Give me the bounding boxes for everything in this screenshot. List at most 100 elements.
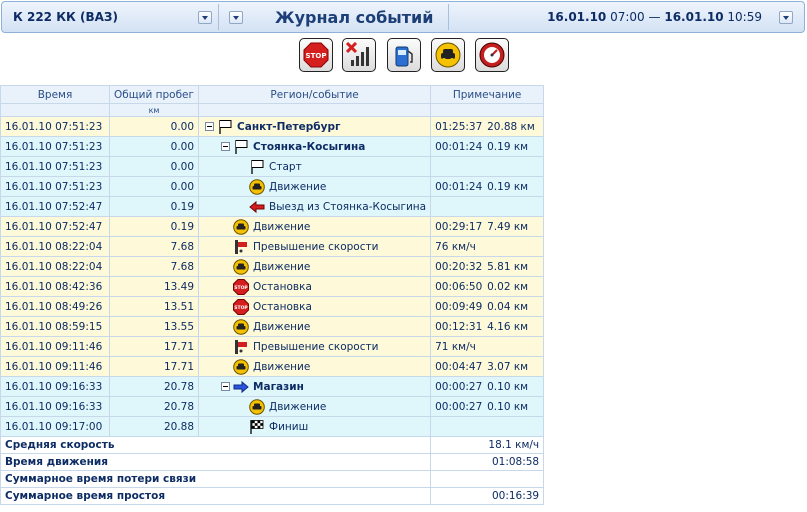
header-divider: [448, 4, 449, 30]
row-note: 00:09:49 0.04 км: [430, 296, 545, 317]
table-row[interactable]: 16.01.10 07:52:47 0.19 Движение 00:29:17 7.4…: [0, 216, 545, 237]
event-label: Движение: [269, 180, 327, 193]
note-distance: 0.10 км: [487, 380, 529, 393]
row-event: Превышение скорости: [198, 236, 432, 257]
row-mileage: 20.78: [108, 376, 200, 397]
arrow-right-icon: [233, 379, 249, 395]
row-event: Движение: [198, 176, 432, 197]
row-time: 16.01.10 09:16:33: [0, 396, 110, 417]
table-row[interactable]: 16.01.10 07:51:23 0.00 Санкт-Петербург 01:2…: [0, 116, 545, 137]
row-time: 16.01.10 08:22:04: [0, 236, 110, 257]
stop-filter-button[interactable]: STOP: [299, 38, 333, 72]
row-event: Финиш: [198, 416, 432, 437]
table-row[interactable]: 16.01.10 08:49:26 13.51 STOP Остановка 00:09…: [0, 296, 545, 317]
note-duration: 00:00:27: [435, 400, 483, 413]
event-label: Превышение скорости: [253, 340, 379, 353]
stop-icon: STOP: [233, 278, 250, 295]
vehicle-name: К 222 КК (ВАЗ): [13, 10, 118, 24]
note-duration: 00:29:17: [435, 220, 483, 233]
row-time: 16.01.10 09:11:46: [0, 356, 110, 377]
row-mileage: 20.88: [108, 416, 200, 437]
col-time-header[interactable]: Время: [0, 85, 110, 104]
table-row[interactable]: 16.01.10 09:16:33 20.78 Магазин 00:00:27 0.1…: [0, 376, 545, 397]
table-row[interactable]: 16.01.10 07:51:23 0.00 Движение 00:01:24 0.1…: [0, 176, 545, 197]
table-row[interactable]: 16.01.10 07:51:23 0.00 Старт: [0, 156, 545, 177]
fuel-filter-button[interactable]: [387, 38, 421, 72]
unit-cell: [198, 103, 432, 117]
summary-label: Средняя скорость: [0, 436, 432, 454]
speedometer-filter-button[interactable]: [475, 38, 509, 72]
event-label: Выезд из Стоянка-Косыгина: [269, 200, 427, 213]
summary-value: 00:16:39: [430, 487, 545, 505]
event-label: Движение: [253, 220, 311, 233]
summary-row: Суммарное время простоя 00:16:39: [0, 487, 545, 505]
row-event: STOP Остановка: [198, 276, 432, 297]
events-table: Время Общий пробег Регион/событие Примеч…: [0, 85, 545, 505]
summary-row: Средняя скорость 18.1 км/ч: [0, 436, 545, 454]
svg-text:STOP: STOP: [234, 285, 248, 291]
period-dropdown-button[interactable]: [779, 11, 793, 24]
period-dash: —: [648, 10, 661, 24]
table-row[interactable]: 16.01.10 09:17:00 20.88 Финиш: [0, 416, 545, 437]
fuel-filter-icon: [395, 46, 413, 67]
speeding-icon: [233, 239, 249, 255]
note-distance: 0.04 км: [487, 300, 529, 313]
flag-icon: [217, 119, 233, 135]
period-range[interactable]: 16.01.10 07:00 — 16.01.10 10:59: [547, 10, 762, 24]
row-mileage: 0.00: [108, 136, 200, 157]
row-event: Магазин: [198, 376, 432, 397]
note-duration: 71 км/ч: [435, 340, 476, 353]
row-event: Движение: [198, 256, 432, 277]
report-title: Журнал событий: [275, 8, 434, 27]
stop-icon: STOP: [233, 298, 250, 315]
report-dropdown-button[interactable]: [229, 11, 243, 24]
exit-arrow-icon: [249, 199, 265, 215]
table-row[interactable]: 16.01.10 08:22:04 7.68 Превышение скорости…: [0, 236, 545, 257]
collapse-toggle[interactable]: [205, 122, 215, 131]
col-mileage-header[interactable]: Общий пробег: [108, 85, 200, 104]
row-time: 16.01.10 09:17:00: [0, 416, 110, 437]
mileage-unit: км: [108, 103, 200, 117]
table-row[interactable]: 16.01.10 08:22:04 7.68 Движение 00:20:32 5.8…: [0, 256, 545, 277]
summary-value: [430, 470, 545, 488]
table-row[interactable]: 16.01.10 08:42:36 13.49 STOP Остановка 00:06…: [0, 276, 545, 297]
row-note: [430, 156, 545, 177]
row-note: 00:29:17 7.49 км: [430, 216, 545, 237]
flag-icon: [233, 139, 249, 155]
table-row[interactable]: 16.01.10 08:59:15 13.55 Движение 00:12:31 4.…: [0, 316, 545, 337]
table-row[interactable]: 16.01.10 07:52:47 0.19 Выезд из Стоянка-Ко…: [0, 196, 545, 217]
speeding-icon: [233, 339, 249, 355]
movement-filter-button[interactable]: [431, 38, 465, 72]
event-label: Магазин: [253, 380, 304, 393]
period-from-date: 16.01.10: [547, 10, 607, 24]
table-row[interactable]: 16.01.10 07:51:23 0.00 Стоянка-Косыгина 00:…: [0, 136, 545, 157]
row-event: Движение: [198, 356, 432, 377]
col-note-header[interactable]: Примечание: [430, 85, 545, 104]
speedometer-filter-icon: [479, 42, 505, 68]
row-note: 00:00:27 0.10 км: [430, 376, 545, 397]
period-to-date: 16.01.10: [664, 10, 724, 24]
svg-text:STOP: STOP: [234, 305, 248, 311]
row-time: 16.01.10 07:51:23: [0, 156, 110, 177]
collapse-toggle[interactable]: [221, 142, 231, 151]
row-event: Выезд из Стоянка-Косыгина: [198, 196, 432, 217]
vehicle-dropdown-button[interactable]: [198, 11, 212, 24]
period-from-time: 07:00: [610, 10, 645, 24]
row-time: 16.01.10 07:52:47: [0, 216, 110, 237]
collapse-toggle[interactable]: [221, 382, 231, 391]
row-mileage: 13.51: [108, 296, 200, 317]
table-row[interactable]: 16.01.10 09:11:46 17.71 Движение 00:04:47 3.…: [0, 356, 545, 377]
signal-loss-filter-button[interactable]: [342, 38, 376, 72]
col-region-header[interactable]: Регион/событие: [198, 85, 432, 104]
row-mileage: 0.19: [108, 216, 200, 237]
row-mileage: 0.19: [108, 196, 200, 217]
table-row[interactable]: 16.01.10 09:11:46 17.71 Превышение скорост…: [0, 336, 545, 357]
table-row[interactable]: 16.01.10 09:16:33 20.78 Движение 00:00:27 0.…: [0, 396, 545, 417]
car-icon: [249, 398, 265, 415]
row-note: 76 км/ч: [430, 236, 545, 257]
row-mileage: 17.71: [108, 356, 200, 377]
signal-loss-filter-icon: [346, 42, 369, 66]
event-label: Движение: [253, 320, 311, 333]
row-time: 16.01.10 09:11:46: [0, 336, 110, 357]
row-mileage: 17.71: [108, 336, 200, 357]
